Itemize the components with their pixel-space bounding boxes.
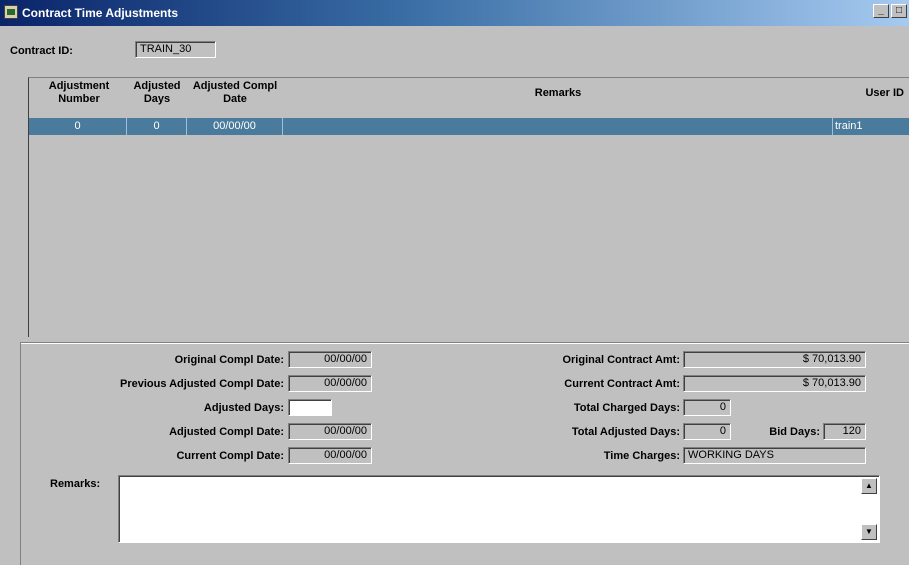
current-compl-date-label: Current Compl Date:	[176, 450, 284, 462]
cell-adjusted-days[interactable]: 0	[127, 118, 187, 135]
remarks-scrollbar[interactable]: ▲ ▼	[861, 478, 877, 540]
original-compl-date-label: Original Compl Date:	[174, 354, 284, 366]
window-title: Contract Time Adjustments	[22, 6, 179, 20]
total-charged-days-label: Total Charged Days:	[573, 402, 680, 414]
original-contract-amt-field[interactable]: $ 70,013.90	[683, 351, 866, 368]
contract-id-label: Contract ID:	[10, 45, 73, 57]
cell-remarks[interactable]	[283, 118, 833, 135]
remarks-label: Remarks:	[50, 478, 101, 490]
adjusted-compl-date-label: Adjusted Compl Date:	[169, 426, 284, 438]
section-divider	[20, 342, 909, 344]
current-contract-amt-label: Current Contract Amt:	[564, 378, 680, 390]
original-contract-amt-label: Original Contract Amt:	[562, 354, 680, 366]
table-row[interactable]: 0 0 00/00/00 train1	[29, 118, 909, 135]
adjusted-days-input[interactable]	[288, 399, 332, 416]
time-charges-label: Time Charges:	[603, 450, 680, 462]
adjusted-days-label: Adjusted Days:	[203, 402, 284, 414]
minimize-button[interactable]: _	[873, 4, 889, 18]
previous-adjusted-compl-date-field[interactable]: 00/00/00	[288, 375, 372, 392]
header-adjusted-days[interactable]: Adjusted Days	[127, 80, 187, 106]
contract-id-field[interactable]: TRAIN_30	[135, 41, 216, 58]
remarks-textarea[interactable]: ▲ ▼	[118, 475, 880, 543]
title-bar: Contract Time Adjustments _ □	[0, 0, 909, 26]
header-adjusted-compl-date[interactable]: Adjusted Compl Date	[187, 80, 283, 106]
total-adjusted-days-field[interactable]: 0	[683, 423, 731, 440]
original-compl-date-field[interactable]: 00/00/00	[288, 351, 372, 368]
header-remarks[interactable]: Remarks	[283, 80, 833, 100]
cell-adjustment-number[interactable]: 0	[29, 118, 127, 135]
maximize-button[interactable]: □	[891, 4, 907, 18]
panel-edge	[20, 343, 21, 565]
app-icon[interactable]	[4, 5, 18, 19]
header-adjustment-number[interactable]: Adjustment Number	[31, 80, 127, 106]
cell-adjusted-compl-date[interactable]: 00/00/00	[187, 118, 283, 135]
time-charges-field[interactable]: WORKING DAYS	[683, 447, 866, 464]
grid-header: Adjustment Number Adjusted Days Adjusted…	[29, 80, 909, 116]
current-contract-amt-field[interactable]: $ 70,013.90	[683, 375, 866, 392]
total-adjusted-days-label: Total Adjusted Days:	[571, 426, 680, 438]
total-charged-days-field[interactable]: 0	[683, 399, 731, 416]
bid-days-label: Bid Days:	[769, 426, 820, 438]
previous-adjusted-compl-date-label: Previous Adjusted Compl Date:	[119, 378, 284, 390]
window-controls: _ □	[873, 4, 907, 18]
scroll-up-arrow-icon[interactable]: ▲	[861, 478, 877, 494]
adjustments-grid: Adjustment Number Adjusted Days Adjusted…	[28, 77, 909, 337]
header-user-id[interactable]: User ID	[833, 80, 909, 100]
bid-days-field[interactable]: 120	[823, 423, 866, 440]
scroll-down-arrow-icon[interactable]: ▼	[861, 524, 877, 540]
cell-user-id[interactable]: train1	[833, 118, 909, 135]
current-compl-date-field[interactable]: 00/00/00	[288, 447, 372, 464]
adjusted-compl-date-field[interactable]: 00/00/00	[288, 423, 372, 440]
